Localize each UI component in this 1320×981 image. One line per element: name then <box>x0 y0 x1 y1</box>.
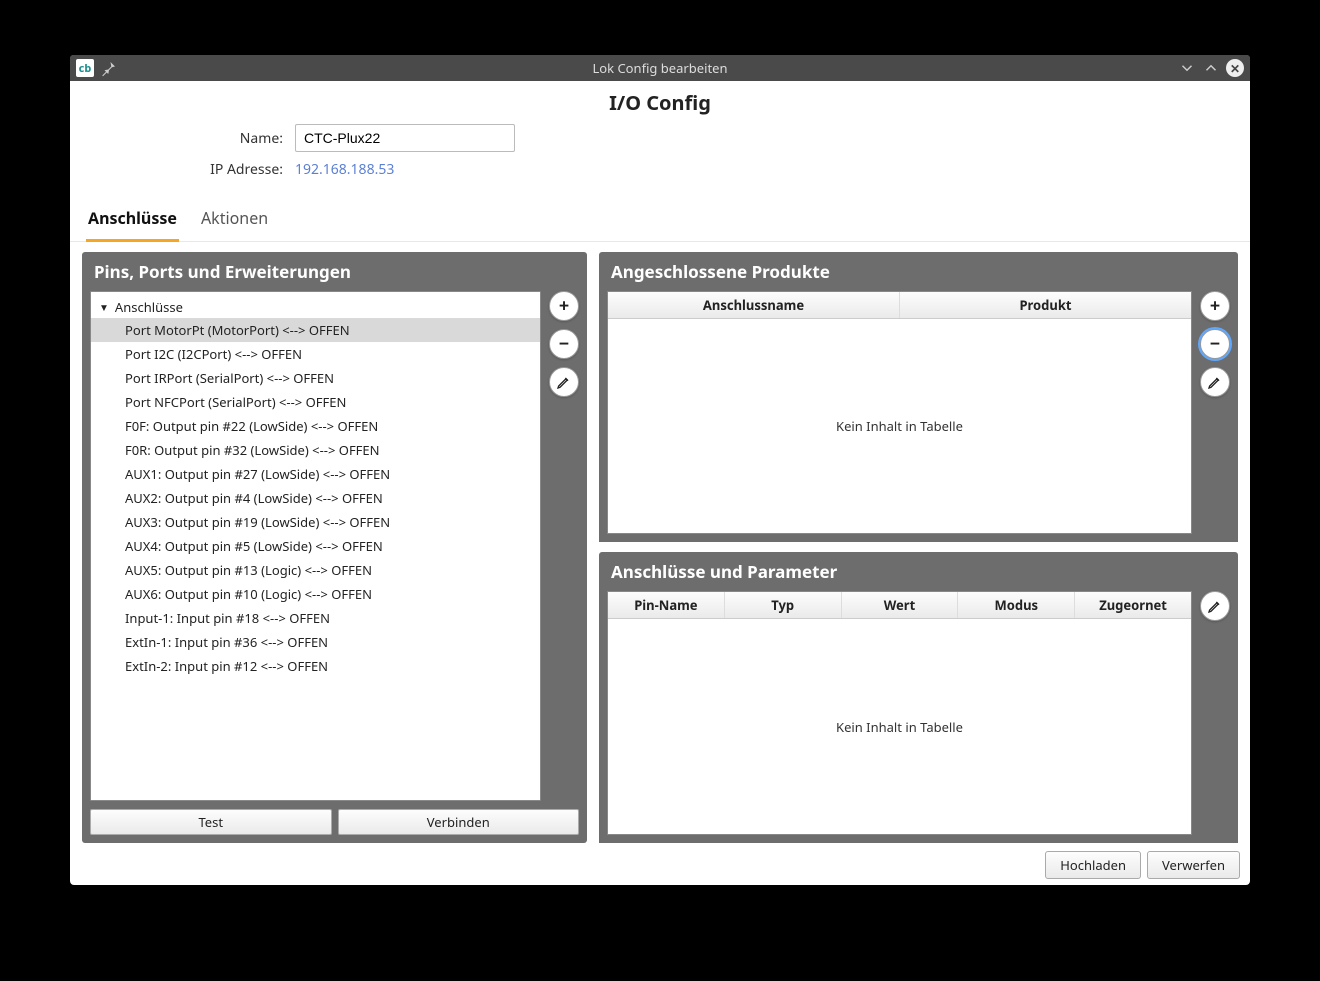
window-title: Lok Config bearbeiten <box>70 59 1250 77</box>
products-panel-header: Angeschlossene Produkte <box>599 252 1238 291</box>
tree[interactable]: ▼ Anschlüsse Port MotorPt (MotorPort) <-… <box>90 291 541 801</box>
remove-button[interactable]: − <box>549 329 579 359</box>
right-column: Angeschlossene Produkte Anschlussname Pr… <box>599 252 1238 843</box>
edit-button[interactable] <box>549 367 579 397</box>
ip-address-link[interactable]: 192.168.188.53 <box>295 160 394 179</box>
products-table[interactable]: Anschlussname Produkt Kein Inhalt in Tab… <box>607 291 1192 534</box>
panels: Pins, Ports und Erweiterungen ▼ Anschlüs… <box>70 242 1250 843</box>
products-panel: Angeschlossene Produkte Anschlussname Pr… <box>599 252 1238 542</box>
tree-item[interactable]: ExtIn-2: Input pin #12 <--> OFFEN <box>91 654 540 678</box>
params-table[interactable]: Pin-Name Typ Wert Modus Zugeornet Kein I… <box>607 591 1192 835</box>
connect-button[interactable]: Verbinden <box>338 809 580 835</box>
products-add-button[interactable]: + <box>1200 291 1230 321</box>
products-empty: Kein Inhalt in Tabelle <box>836 417 963 435</box>
params-panel-header: Anschlüsse und Parameter <box>599 552 1238 591</box>
titlebar: cb Lok Config bearbeiten ✕ <box>70 55 1250 81</box>
page-title: I/O Config <box>70 81 1250 120</box>
tree-root-label: Anschlüsse <box>115 298 183 316</box>
tree-item[interactable]: AUX1: Output pin #27 (LowSide) <--> OFFE… <box>91 462 540 486</box>
chevron-down-icon: ▼ <box>99 300 109 314</box>
products-remove-button[interactable]: − <box>1200 329 1230 359</box>
tabs: Anschlüsse Aktionen <box>70 183 1250 242</box>
bottom-bar: Hochladen Verwerfen <box>70 843 1250 879</box>
products-col-product[interactable]: Produkt <box>900 292 1191 318</box>
params-panel: Anschlüsse und Parameter Pin-Name Typ We… <box>599 552 1238 843</box>
upload-button[interactable]: Hochladen <box>1045 851 1141 879</box>
params-col-value[interactable]: Wert <box>842 592 959 618</box>
pins-panel-header: Pins, Ports und Erweiterungen <box>82 252 587 291</box>
name-row: Name: <box>70 120 1250 156</box>
name-input[interactable] <box>295 124 515 152</box>
tree-item[interactable]: Port IRPort (SerialPort) <--> OFFEN <box>91 366 540 390</box>
tree-item[interactable]: F0R: Output pin #32 (LowSide) <--> OFFEN <box>91 438 540 462</box>
products-edit-button[interactable] <box>1200 367 1230 397</box>
params-empty: Kein Inhalt in Tabelle <box>836 718 963 736</box>
tree-item[interactable]: AUX4: Output pin #5 (LowSide) <--> OFFEN <box>91 534 540 558</box>
tree-item[interactable]: F0F: Output pin #22 (LowSide) <--> OFFEN <box>91 414 540 438</box>
tree-item[interactable]: AUX2: Output pin #4 (LowSide) <--> OFFEN <box>91 486 540 510</box>
chevron-up-icon[interactable] <box>1202 59 1220 77</box>
tree-item[interactable]: AUX5: Output pin #13 (Logic) <--> OFFEN <box>91 558 540 582</box>
chevron-down-icon[interactable] <box>1178 59 1196 77</box>
pins-side-buttons: + − <box>549 291 579 801</box>
ip-label: IP Adresse: <box>90 160 295 179</box>
params-col-assigned[interactable]: Zugeornet <box>1075 592 1191 618</box>
tab-connections[interactable]: Anschlüsse <box>86 201 179 242</box>
pins-panel: Pins, Ports und Erweiterungen ▼ Anschlüs… <box>82 252 587 843</box>
products-side-buttons: + − <box>1200 291 1230 534</box>
content: I/O Config Name: IP Adresse: 192.168.188… <box>70 81 1250 885</box>
tab-actions[interactable]: Aktionen <box>199 201 270 241</box>
params-edit-button[interactable] <box>1200 591 1230 621</box>
params-col-pinname[interactable]: Pin-Name <box>608 592 725 618</box>
tree-item[interactable]: Port NFCPort (SerialPort) <--> OFFEN <box>91 390 540 414</box>
products-col-name[interactable]: Anschlussname <box>608 292 900 318</box>
tree-item[interactable]: AUX6: Output pin #10 (Logic) <--> OFFEN <box>91 582 540 606</box>
discard-button[interactable]: Verwerfen <box>1147 851 1240 879</box>
tree-item[interactable]: Input-1: Input pin #18 <--> OFFEN <box>91 606 540 630</box>
tree-item[interactable]: Port MotorPt (MotorPort) <--> OFFEN <box>91 318 540 342</box>
tree-item[interactable]: Port I2C (I2CPort) <--> OFFEN <box>91 342 540 366</box>
ip-row: IP Adresse: 192.168.188.53 <box>70 156 1250 183</box>
params-side-buttons <box>1200 591 1230 835</box>
close-icon[interactable]: ✕ <box>1226 59 1244 77</box>
test-button[interactable]: Test <box>90 809 332 835</box>
name-label: Name: <box>90 129 295 148</box>
tree-root-node[interactable]: ▼ Anschlüsse <box>91 296 540 318</box>
tree-item[interactable]: AUX3: Output pin #19 (LowSide) <--> OFFE… <box>91 510 540 534</box>
add-button[interactable]: + <box>549 291 579 321</box>
params-col-type[interactable]: Typ <box>725 592 842 618</box>
window: cb Lok Config bearbeiten ✕ I/O Config Na… <box>70 55 1250 885</box>
params-col-mode[interactable]: Modus <box>958 592 1075 618</box>
tree-item[interactable]: ExtIn-1: Input pin #36 <--> OFFEN <box>91 630 540 654</box>
